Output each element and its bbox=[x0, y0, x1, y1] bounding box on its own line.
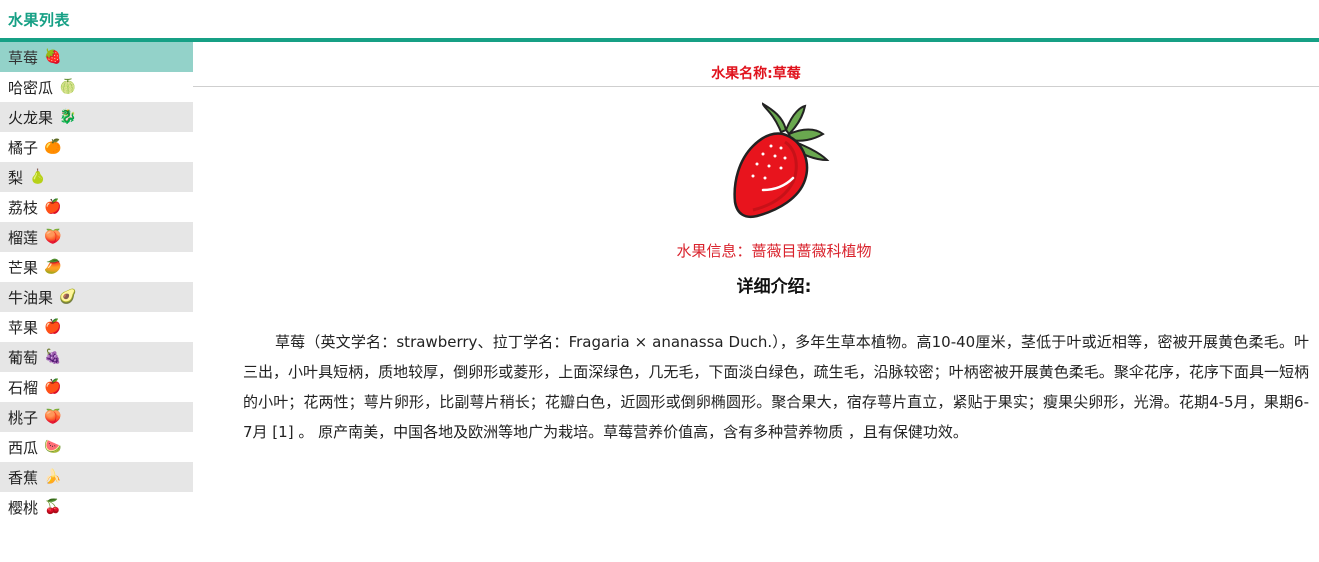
sidebar-item-label: 芒果 bbox=[8, 258, 39, 277]
sidebar-item[interactable]: 西瓜 🍉 bbox=[0, 432, 193, 462]
cherry-icon: 🍒 bbox=[44, 499, 62, 515]
avocado-icon: 🥑 bbox=[59, 289, 77, 305]
fruit-sidebar: 草莓 🍓 哈密瓜 🍈 火龙果 🐉 橘子 🍊 梨 🍐 荔枝 🍎 榴莲 🍑 芒果 🥭 牛油果 🥑 苹果 🍎 葡萄 🍇 石榴 🍎 桃子… bbox=[0, 42, 193, 522]
fruit-detail-panel: 水果名称:草莓 水果信息：蔷薇目蔷薇科植物 详细介绍: 草莓（英文学名：stra… bbox=[193, 42, 1319, 562]
sidebar-item[interactable]: 梨 🍐 bbox=[0, 162, 193, 192]
fruit-info: 水果信息：蔷薇目蔷薇科植物 bbox=[676, 242, 872, 260]
banana-icon: 🍌 bbox=[44, 469, 62, 485]
sidebar-item[interactable]: 哈密瓜 🍈 bbox=[0, 72, 193, 102]
dragon-fruit-icon: 🐉 bbox=[59, 109, 77, 125]
sidebar-item-label: 桃子 bbox=[8, 408, 39, 427]
sidebar-item[interactable]: 桃子 🍑 bbox=[0, 402, 193, 432]
sidebar-item[interactable]: 草莓 🍓 bbox=[0, 42, 193, 72]
watermelon-icon: 🍉 bbox=[44, 439, 62, 455]
sidebar-item-label: 香蕉 bbox=[8, 468, 39, 487]
pear-icon: 🍐 bbox=[29, 169, 47, 185]
sidebar-item-label: 哈密瓜 bbox=[8, 78, 54, 97]
sidebar-item[interactable]: 橘子 🍊 bbox=[0, 132, 193, 162]
strawberry-image bbox=[733, 102, 830, 219]
sidebar-item[interactable]: 荔枝 🍎 bbox=[0, 192, 193, 222]
sidebar-item-label: 橘子 bbox=[8, 138, 39, 157]
sidebar-item-label: 草莓 bbox=[8, 48, 39, 67]
sidebar-item[interactable]: 火龙果 🐉 bbox=[0, 102, 193, 132]
sidebar-item[interactable]: 榴莲 🍑 bbox=[0, 222, 193, 252]
orange-icon: 🍊 bbox=[44, 139, 62, 155]
sidebar-item-label: 榴莲 bbox=[8, 228, 39, 247]
top-header: 水果列表 bbox=[0, 0, 1319, 42]
sidebar-item-label: 牛油果 bbox=[8, 288, 54, 307]
sidebar-item[interactable]: 香蕉 🍌 bbox=[0, 462, 193, 492]
grape-icon: 🍇 bbox=[44, 349, 62, 365]
sidebar-item[interactable]: 苹果 🍎 bbox=[0, 312, 193, 342]
sidebar-item[interactable]: 芒果 🥭 bbox=[0, 252, 193, 282]
sidebar-item-label: 荔枝 bbox=[8, 198, 39, 217]
sidebar-item-label: 梨 bbox=[8, 168, 24, 187]
app-title: 水果列表 bbox=[8, 11, 71, 29]
detail-title: 详细介绍: bbox=[736, 277, 812, 297]
sidebar-item-label: 西瓜 bbox=[8, 438, 39, 457]
fruit-name-title: 水果名称:草莓 bbox=[193, 42, 1319, 87]
sidebar-item[interactable]: 石榴 🍎 bbox=[0, 372, 193, 402]
apple-icon: 🍎 bbox=[44, 319, 62, 335]
lychee-icon: 🍎 bbox=[44, 199, 62, 215]
sidebar-item[interactable]: 牛油果 🥑 bbox=[0, 282, 193, 312]
sidebar-item-label: 苹果 bbox=[8, 318, 39, 337]
sidebar-item[interactable]: 葡萄 🍇 bbox=[0, 342, 193, 372]
mango-icon: 🥭 bbox=[44, 259, 62, 275]
sidebar-item-label: 葡萄 bbox=[8, 348, 39, 367]
sidebar-item-label: 石榴 bbox=[8, 378, 39, 397]
melon-icon: 🍈 bbox=[59, 79, 77, 95]
durian-icon: 🍑 bbox=[44, 229, 62, 245]
strawberry-icon: 🍓 bbox=[44, 49, 62, 65]
sidebar-item[interactable]: 樱桃 🍒 bbox=[0, 492, 193, 522]
sidebar-item-label: 樱桃 bbox=[8, 498, 39, 517]
peach-icon: 🍑 bbox=[44, 409, 62, 425]
detail-description: 草莓（英文学名：strawberry、拉丁学名：Fragaria × anana… bbox=[243, 333, 1309, 441]
pomegranate-icon: 🍎 bbox=[44, 379, 62, 395]
sidebar-item-label: 火龙果 bbox=[8, 108, 54, 127]
